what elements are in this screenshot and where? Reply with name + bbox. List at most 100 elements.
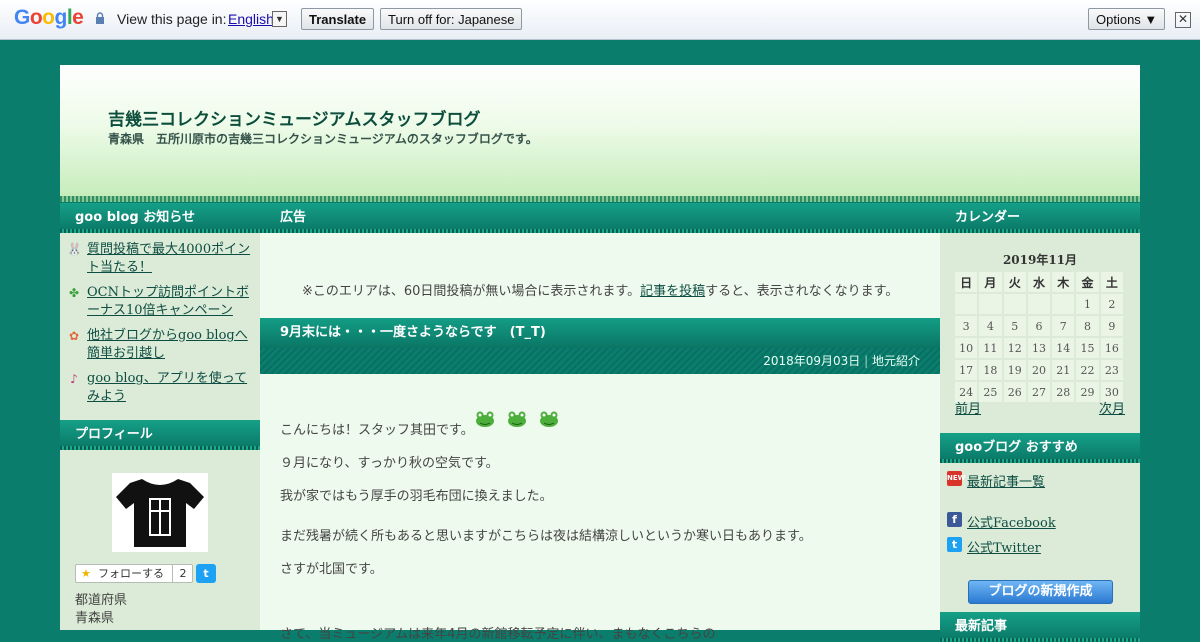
twitter-icon: t — [947, 537, 962, 552]
calendar-day: 13 — [1027, 338, 1051, 358]
ad-notice-text: すると、表示されなくなります。 — [705, 284, 899, 299]
create-blog-button[interactable]: ブログの新規作成 — [968, 580, 1113, 604]
calendar-day: 21 — [1052, 360, 1075, 380]
turn-off-button[interactable]: Turn off for: Japanese — [380, 8, 523, 30]
blog-header: 吉幾三コレクションミュージアムスタッフブログ 青森県 五所川原市の吉幾三コレクシ… — [60, 65, 1140, 202]
entry-category[interactable]: 地元紹介 — [872, 354, 920, 368]
calendar-day: 23 — [1100, 360, 1123, 380]
facebook-icon: f — [947, 512, 962, 527]
calendar-day: 14 — [1052, 338, 1075, 358]
ad-notice-text: ※このエリアは、60日間投稿が無い場合に表示されます。 — [302, 284, 641, 299]
entry-paragraph: 我が家ではもう厚手の羽毛布団に換えました。 — [280, 489, 553, 504]
calendar-day: 6 — [1027, 316, 1051, 336]
profile-image[interactable] — [112, 473, 208, 552]
post-article-link[interactable]: 記事を投稿 — [640, 284, 705, 299]
calendar-day: 22 — [1076, 360, 1099, 380]
twitter-share-icon[interactable]: t — [196, 564, 216, 583]
calendar-day: 25 — [979, 382, 1002, 402]
calendar-day: 17 — [955, 360, 978, 380]
blog-description: 青森県 五所川原市の吉幾三コレクションミュージアムのスタッフブログです。 — [108, 132, 538, 146]
rabbit-icon: 🐰 — [67, 242, 82, 256]
weekday: 土 — [1100, 272, 1123, 292]
prefecture-label: 都道府県 — [75, 593, 128, 608]
news-item[interactable]: goo blog、アプリを使ってみよう — [87, 370, 252, 406]
frog-icon — [508, 411, 526, 427]
follow-count: 2 — [172, 565, 193, 582]
news-item[interactable]: 他社ブログからgoo blogへ簡単お引越し — [87, 327, 252, 363]
view-page-in-label: View this page in: — [117, 11, 227, 27]
calendar-day: 10 — [955, 338, 978, 358]
follow-button[interactable]: ★ フォローする 2 — [75, 564, 193, 583]
entry-date: 2018年09月03日 — [763, 354, 861, 368]
entry-paragraph: まだ残暑が続く所もあると思いますがこちらは夜は結構涼しいというか寒い日もあります… — [280, 529, 812, 544]
calendar-day — [1003, 294, 1026, 314]
ad-notice: ※このエリアは、60日間投稿が無い場合に表示されます。記事を投稿すると、表示され… — [302, 280, 898, 299]
weekday: 日 — [955, 272, 978, 292]
latest-articles-heading: 最新記事 — [940, 612, 1140, 642]
calendar-day: 5 — [1003, 316, 1026, 336]
calendar-day: 4 — [979, 316, 1002, 336]
twitter-link[interactable]: 公式Twitter — [967, 537, 1041, 556]
flower-icon: ✿ — [68, 329, 80, 343]
calendar-heading: カレンダー — [940, 203, 1140, 233]
calendar-month: 2019年11月 — [1002, 253, 1078, 267]
entry-paragraph: さて、当ミュージアムは来年4月の新館移転予定に伴い、まもなくこちらの — [280, 627, 716, 642]
entry-title[interactable]: 9月末には・・・一度さようならです (T_T) — [260, 318, 940, 348]
calendar: 2019年11月 日 月 火 水 木 金 土 1 2 3 4 5 6 7 8 9 — [955, 250, 1125, 417]
calendar-day: 1 — [1076, 294, 1099, 314]
lock-icon — [96, 12, 104, 24]
news-item[interactable]: 質問投稿で最大4000ポイント当たる！ — [87, 241, 252, 277]
calendar-day — [1052, 294, 1075, 314]
music-note-icon: ♪ — [70, 372, 78, 386]
calendar-day: 9 — [1100, 316, 1123, 336]
weekday: 金 — [1076, 272, 1099, 292]
options-button[interactable]: Options ▼ — [1088, 8, 1166, 30]
frog-icon — [476, 411, 494, 427]
recommend-heading: gooブログ おすすめ — [940, 433, 1140, 463]
news-item[interactable]: OCNトップ訪問ポイントボーナス10倍キャンペーン — [87, 284, 252, 320]
entry-paragraph: ９月になり、すっかり秋の空気です。 — [280, 456, 499, 471]
clover-icon: ✤ — [68, 286, 80, 300]
calendar-day: 29 — [1076, 382, 1099, 402]
header-stripe-divider — [60, 196, 1140, 202]
blog-title[interactable]: 吉幾三コレクションミュージアムスタッフブログ — [108, 105, 480, 130]
ad-heading: 広告 — [260, 203, 940, 233]
calendar-day: 12 — [1003, 338, 1026, 358]
translate-button[interactable]: Translate — [301, 8, 375, 30]
calendar-day: 27 — [1027, 382, 1051, 402]
tshirt-icon — [116, 479, 204, 547]
weekday: 月 — [979, 272, 1002, 292]
latest-articles-link[interactable]: 最新記事一覧 — [967, 471, 1045, 490]
weekday: 木 — [1052, 272, 1075, 292]
translate-bar: Google View this page in: English ▼ Tran… — [0, 0, 1200, 40]
entry-paragraph: こんにちは！スタッフ其田です。 — [280, 423, 474, 438]
language-select[interactable]: English — [228, 11, 274, 27]
frog-icon — [540, 411, 558, 427]
calendar-day: 2 — [1100, 294, 1123, 314]
calendar-day: 8 — [1076, 316, 1099, 336]
calendar-day: 19 — [1003, 360, 1026, 380]
calendar-day — [1027, 294, 1051, 314]
profile-heading: プロフィール — [60, 420, 260, 450]
weekday: 火 — [1003, 272, 1026, 292]
star-icon: ★ — [81, 567, 91, 580]
entry-meta: 2018年09月03日 | 地元紹介 — [260, 348, 940, 374]
news-heading: goo blog お知らせ — [60, 203, 260, 233]
close-icon[interactable]: ✕ — [1175, 12, 1191, 28]
next-month-link[interactable]: 次月 — [1099, 398, 1125, 417]
google-logo: Google — [14, 6, 84, 29]
prev-month-link[interactable]: 前月 — [955, 398, 981, 417]
facebook-link[interactable]: 公式Facebook — [967, 512, 1056, 531]
calendar-day: 26 — [1003, 382, 1026, 402]
calendar-day: 28 — [1052, 382, 1075, 402]
calendar-day: 3 — [955, 316, 978, 336]
weekday: 水 — [1027, 272, 1051, 292]
language-dropdown-icon[interactable]: ▼ — [272, 11, 287, 27]
calendar-day: 7 — [1052, 316, 1075, 336]
new-badge-icon: NEW — [947, 471, 965, 486]
calendar-day: 15 — [1076, 338, 1099, 358]
calendar-day — [979, 294, 1002, 314]
prefecture-value: 青森県 — [75, 611, 115, 626]
calendar-day: 16 — [1100, 338, 1123, 358]
follow-label: フォローする — [98, 567, 164, 580]
